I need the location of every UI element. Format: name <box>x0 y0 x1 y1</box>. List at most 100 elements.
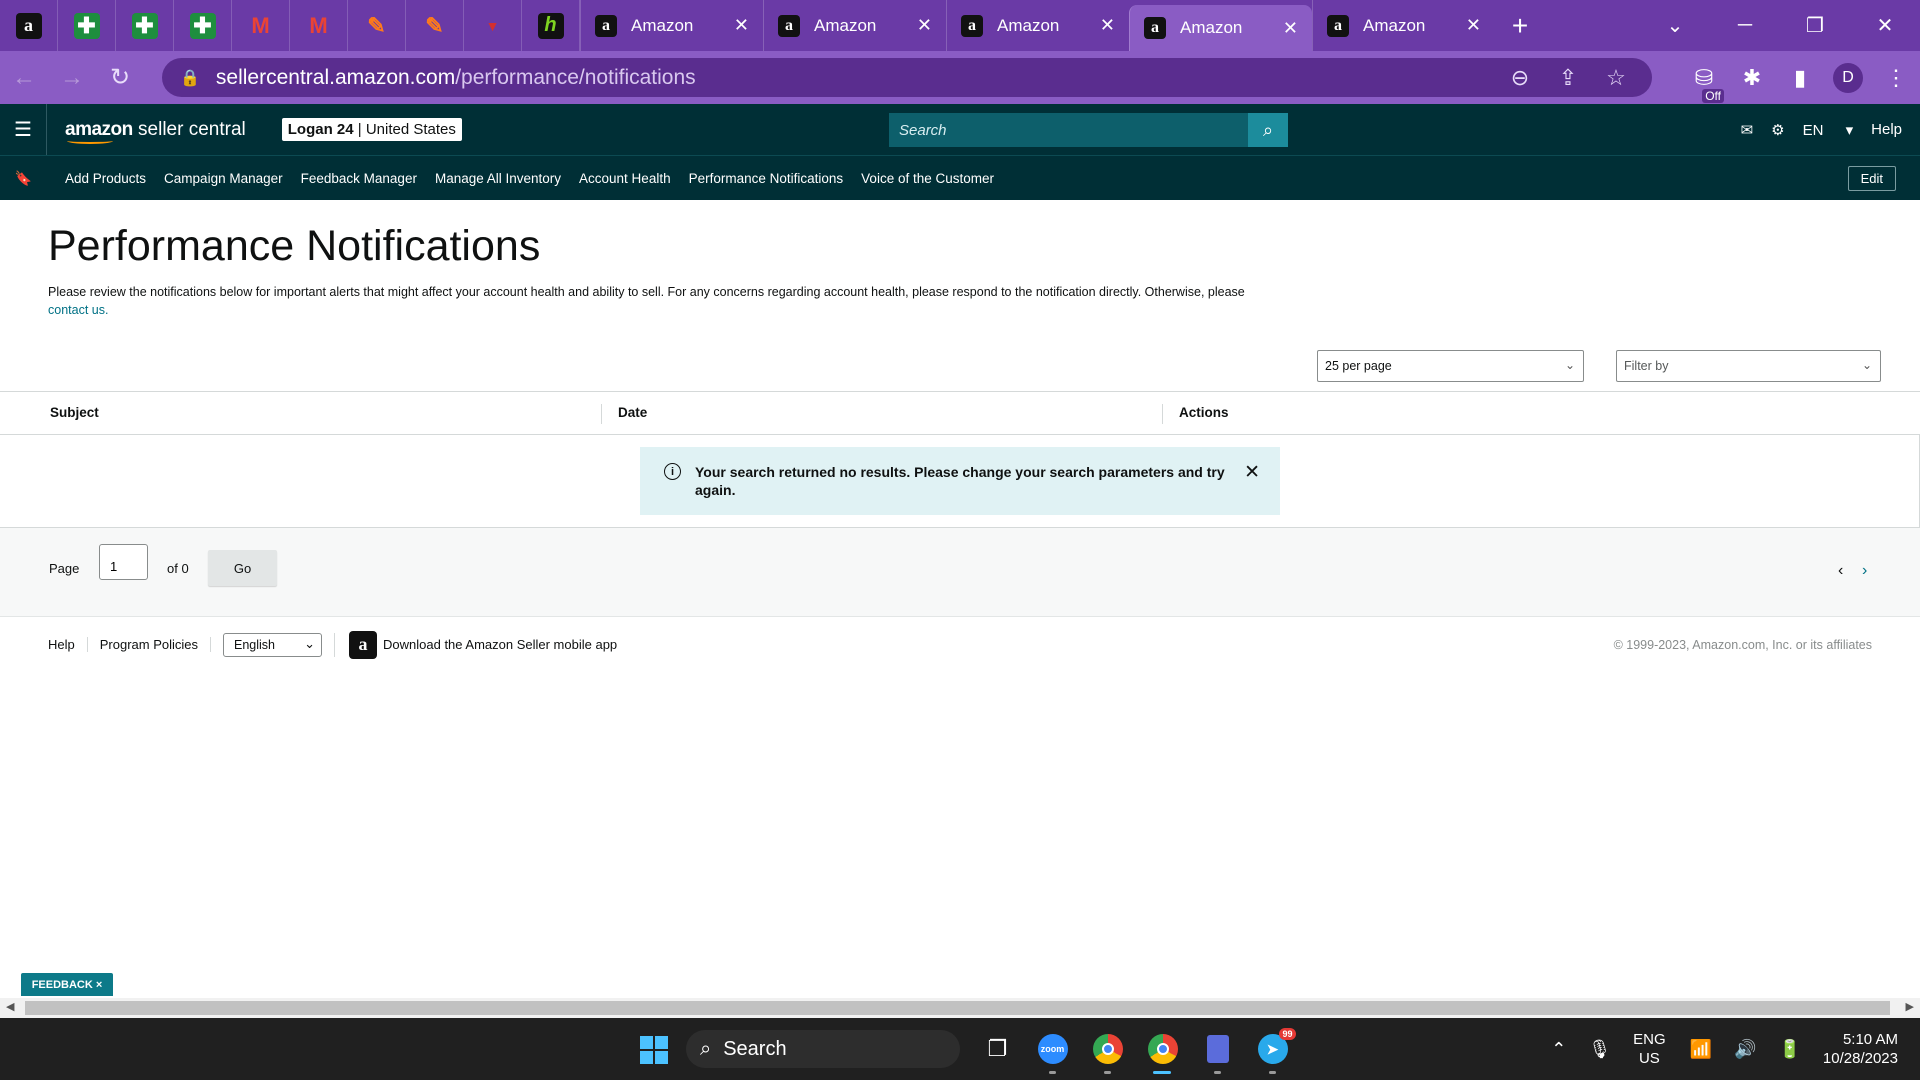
footer-language-select[interactable]: English ⌄ <box>223 632 323 657</box>
search-button[interactable]: ⌕ <box>1248 113 1288 147</box>
wifi-icon[interactable]: 📶 <box>1690 1039 1712 1060</box>
scrollbar-thumb[interactable] <box>25 1001 1890 1015</box>
taskbar-search[interactable]: ⌕ Search <box>686 1030 960 1068</box>
language-selector[interactable]: EN ▾ <box>1803 121 1854 139</box>
seller-search-input[interactable] <box>889 113 1248 147</box>
per-page-select[interactable]: 25 per page ⌄ <box>1317 350 1584 382</box>
pinned-tab-red-app[interactable]: ▼ <box>464 0 522 51</box>
windows-start-icon[interactable] <box>640 1036 668 1064</box>
browser-tab[interactable]: a Amazon ✕ <box>946 0 1129 51</box>
feedback-close-icon[interactable]: × <box>96 979 102 991</box>
scroll-right-arrow-icon[interactable]: ▶ <box>1906 1000 1914 1013</box>
browser-tab[interactable]: a Amazon ✕ <box>580 0 763 51</box>
calculator-app-icon[interactable] <box>1190 1029 1245 1074</box>
browser-tab[interactable]: a Amazon ✕ <box>1312 0 1495 51</box>
lock-icon[interactable]: 🔒 <box>180 68 200 88</box>
mail-icon[interactable]: ✉ <box>1741 121 1754 139</box>
bookmark-star-icon[interactable]: ☆ <box>1592 65 1640 91</box>
close-alert-icon[interactable]: ✕ <box>1244 461 1260 484</box>
shortcut-manage-all-inventory[interactable]: Manage All Inventory <box>435 171 561 186</box>
minimize-button[interactable]: ─ <box>1710 14 1780 37</box>
help-link[interactable]: Help <box>1871 121 1902 138</box>
clock[interactable]: 5:10 AM 10/28/2023 <box>1823 1030 1898 1068</box>
chrome-app-icon[interactable] <box>1080 1029 1135 1074</box>
pinned-tab-orange-app[interactable]: ✎ <box>406 0 464 51</box>
contact-us-link[interactable]: contact us. <box>48 303 108 317</box>
footer-help-link[interactable]: Help <box>0 637 88 652</box>
close-tab-icon[interactable]: ✕ <box>1100 15 1115 36</box>
close-tab-icon[interactable]: ✕ <box>1283 18 1298 39</box>
store-switcher[interactable]: Logan 24 | United States <box>281 118 462 141</box>
edit-shortcuts-button[interactable]: Edit <box>1847 166 1896 191</box>
pinned-tab-sheets[interactable]: ✚ <box>116 0 174 51</box>
extensions-puzzle-icon[interactable]: ✱ <box>1728 65 1776 91</box>
address-toolbar: ← → ↻ 🔒 sellercentral.amazon.com/perform… <box>0 51 1920 104</box>
share-icon[interactable]: ⇪ <box>1544 65 1592 91</box>
pinned-tab-sheets[interactable]: ✚ <box>58 0 116 51</box>
forward-icon[interactable]: → <box>48 64 96 92</box>
browser-tab[interactable]: a Amazon ✕ <box>763 0 946 51</box>
volume-icon[interactable]: 🔊 <box>1734 1039 1756 1060</box>
zoom-icon: zoom <box>1037 1034 1068 1064</box>
logo-amazon: amazon <box>65 118 133 140</box>
amazon-seller-app-icon[interactable]: a <box>349 630 378 659</box>
close-tab-icon[interactable]: ✕ <box>734 15 749 36</box>
shortcut-account-health[interactable]: Account Health <box>579 171 671 186</box>
column-subject[interactable]: Subject <box>50 405 99 420</box>
shortcut-campaign-manager[interactable]: Campaign Manager <box>164 171 283 186</box>
zoom-icon[interactable]: ⊖ <box>1496 65 1544 91</box>
url-bar[interactable]: 🔒 sellercentral.amazon.com/performance/n… <box>162 58 1652 97</box>
download-app-link[interactable]: Download the Amazon Seller mobile app <box>383 637 617 652</box>
hamburger-menu-icon[interactable]: ☰ <box>0 104 47 155</box>
clock-time: 5:10 AM <box>1842 1031 1898 1048</box>
reload-icon[interactable]: ↻ <box>96 63 144 92</box>
input-language[interactable]: ENG US <box>1633 1030 1666 1068</box>
side-panel-icon[interactable]: ▮ <box>1776 65 1824 91</box>
sheets-icon: ✚ <box>73 12 100 39</box>
battery-icon[interactable]: 🔋 <box>1779 1039 1801 1060</box>
footer-program-policies-link[interactable]: Program Policies <box>88 637 212 652</box>
feedback-tab[interactable]: FEEDBACK × <box>21 973 113 996</box>
pinned-tab-sheets[interactable]: ✚ <box>174 0 232 51</box>
chrome-profile-app-icon[interactable] <box>1135 1029 1190 1074</box>
browser-tab-active[interactable]: a Amazon ✕ <box>1129 5 1312 51</box>
next-page-icon[interactable]: › <box>1862 562 1867 580</box>
orange-app-icon: ✎ <box>425 12 444 38</box>
task-view-icon[interactable]: ❐ <box>970 1029 1025 1069</box>
extension-off-icon[interactable]: ⛁ Off <box>1680 65 1728 103</box>
telegram-app-icon[interactable]: ➤ 99 <box>1245 1028 1300 1074</box>
pinned-tab-amazon[interactable]: a <box>0 0 58 51</box>
microphone-icon[interactable]: 🎙 <box>1588 1039 1611 1060</box>
profile-avatar[interactable]: D <box>1833 62 1863 93</box>
close-tab-icon[interactable]: ✕ <box>917 15 932 36</box>
shortcut-bar: 🔖 Add Products Campaign Manager Feedback… <box>0 155 1920 200</box>
column-date[interactable]: Date <box>618 405 647 420</box>
shortcut-voice-of-the-customer[interactable]: Voice of the Customer <box>861 171 994 186</box>
horizontal-scrollbar[interactable]: ◀ ▶ <box>0 998 1920 1018</box>
amazon-icon: a <box>1144 17 1166 39</box>
shortcut-performance-notifications[interactable]: Performance Notifications <box>689 171 844 186</box>
page-number-input[interactable] <box>99 544 148 580</box>
bookmark-icon[interactable]: 🔖 <box>0 170 47 187</box>
zoom-app-icon[interactable]: zoom <box>1025 1029 1080 1074</box>
scroll-left-arrow-icon[interactable]: ◀ <box>6 1000 14 1013</box>
filter-select[interactable]: Filter by ⌄ <box>1616 350 1881 382</box>
close-tab-icon[interactable]: ✕ <box>1466 15 1481 36</box>
settings-gear-icon[interactable]: ⚙ <box>1771 121 1784 139</box>
seller-central-logo[interactable]: amazon seller central <box>65 118 246 144</box>
pinned-tab-gmail[interactable]: M <box>290 0 348 51</box>
previous-page-icon[interactable]: ‹ <box>1838 562 1843 580</box>
pinned-tab-green-app[interactable]: h <box>522 0 580 51</box>
new-tab-button[interactable]: + <box>1495 10 1545 42</box>
shortcut-add-products[interactable]: Add Products <box>65 171 146 186</box>
pinned-tab-gmail[interactable]: M <box>232 0 290 51</box>
pinned-tab-orange-app[interactable]: ✎ <box>348 0 406 51</box>
browser-menu-icon[interactable]: ⋮ <box>1872 65 1920 91</box>
close-window-button[interactable]: ✕ <box>1850 13 1920 38</box>
back-icon[interactable]: ← <box>0 64 48 92</box>
go-button[interactable]: Go <box>208 550 277 586</box>
show-hidden-icons-chevron-icon[interactable]: ⌃ <box>1551 1039 1566 1060</box>
restore-button[interactable]: ❐ <box>1780 13 1850 38</box>
shortcut-feedback-manager[interactable]: Feedback Manager <box>301 171 417 186</box>
tab-search-icon[interactable]: ⌄ <box>1640 13 1710 38</box>
